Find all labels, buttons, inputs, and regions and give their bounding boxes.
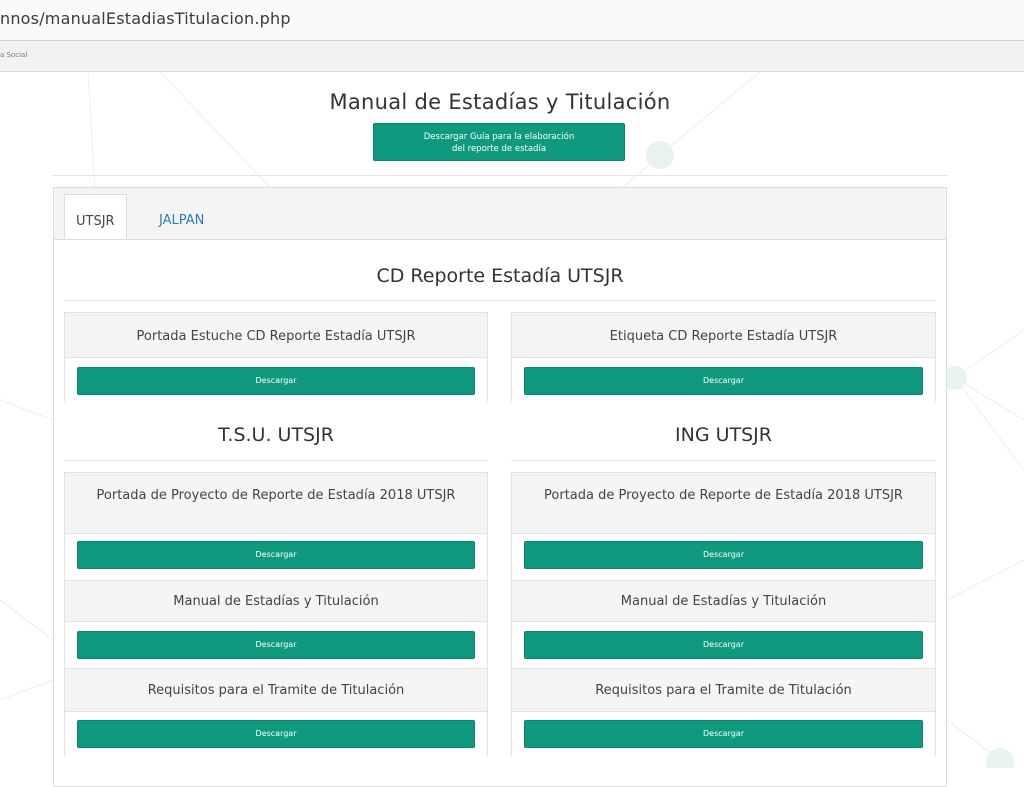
card-title: Etiqueta CD Reporte Estadía UTSJR xyxy=(609,329,838,344)
card-title: Requisitos para el Tramite de Titulación xyxy=(595,683,852,698)
card-title: Portada de Proyecto de Reporte de Estadí… xyxy=(96,488,456,503)
download-button[interactable]: Descargar xyxy=(524,541,923,569)
download-button[interactable]: Descargar xyxy=(77,720,475,748)
download-button[interactable]: Descargar xyxy=(524,631,923,659)
card-cd-cover: Portada Estuche CD Reporte Estadía UTSJR… xyxy=(64,312,488,403)
tab-utsjr[interactable]: UTSJR xyxy=(64,194,127,239)
section-title-cd: CD Reporte Estadía UTSJR xyxy=(376,265,624,287)
browser-address-bar[interactable]: nnos/manualEstadiasTitulacion.php xyxy=(0,0,1024,41)
card-button-well: Descargar xyxy=(512,711,935,757)
card-ing-requisitos: Requisitos para el Tramite de Titulación… xyxy=(511,668,936,757)
card-button-well: Descargar xyxy=(65,533,487,581)
nav-link-social[interactable]: a Social xyxy=(0,51,27,59)
title-divider xyxy=(52,175,948,176)
section-title-tsu: T.S.U. UTSJR xyxy=(218,424,334,446)
card-tsu-requisitos: Requisitos para el Tramite de Titulación… xyxy=(64,668,488,757)
card-cd-label: Etiqueta CD Reporte Estadía UTSJR Descar… xyxy=(511,312,936,403)
card-title: Portada Estuche CD Reporte Estadía UTSJR xyxy=(136,329,416,344)
card-button-well: Descargar xyxy=(65,621,487,669)
download-button[interactable]: Descargar xyxy=(77,367,475,395)
card-button-well: Descargar xyxy=(512,621,935,669)
section-divider xyxy=(511,460,936,461)
download-button[interactable]: Descargar xyxy=(524,720,923,748)
address-url[interactable]: nnos/manualEstadiasTitulacion.php xyxy=(0,9,291,28)
download-button[interactable]: Descargar xyxy=(77,631,475,659)
card-button-well: Descargar xyxy=(65,357,487,403)
card-title: Manual de Estadías y Titulación xyxy=(620,594,827,609)
card-ing-manual: Manual de Estadías y Titulación Descarga… xyxy=(511,580,936,669)
card-ing-portada: Portada de Proyecto de Reporte de Estadí… xyxy=(511,472,936,581)
card-tsu-manual: Manual de Estadías y Titulación Descarga… xyxy=(64,580,488,669)
card-button-well: Descargar xyxy=(512,357,935,403)
page-title: Manual de Estadías y Titulación xyxy=(329,90,671,114)
tab-jalpan[interactable]: JALPAN xyxy=(148,194,215,239)
download-button[interactable]: Descargar xyxy=(77,541,475,569)
site-nav-strip: a Social xyxy=(0,41,1024,72)
section-divider xyxy=(64,300,936,301)
card-tsu-portada: Portada de Proyecto de Reporte de Estadí… xyxy=(64,472,488,581)
card-button-well: Descargar xyxy=(65,711,487,757)
tabs-panel: UTSJR JALPAN CD Reporte Estadía UTSJR Po… xyxy=(53,187,947,787)
card-title: Requisitos para el Tramite de Titulación xyxy=(147,683,405,698)
tab-bar: UTSJR JALPAN xyxy=(54,188,946,240)
section-title-ing: ING UTSJR xyxy=(675,424,772,446)
download-guide-button[interactable]: Descargar Guía para la elaboración del r… xyxy=(373,123,625,161)
card-title: Manual de Estadías y Titulación xyxy=(173,594,379,609)
section-divider xyxy=(64,460,488,461)
page-content: Manual de Estadías y Titulación Descarga… xyxy=(0,0,1024,787)
download-button[interactable]: Descargar xyxy=(524,367,923,395)
card-button-well: Descargar xyxy=(512,533,935,581)
card-title: Portada de Proyecto de Reporte de Estadí… xyxy=(544,488,903,503)
